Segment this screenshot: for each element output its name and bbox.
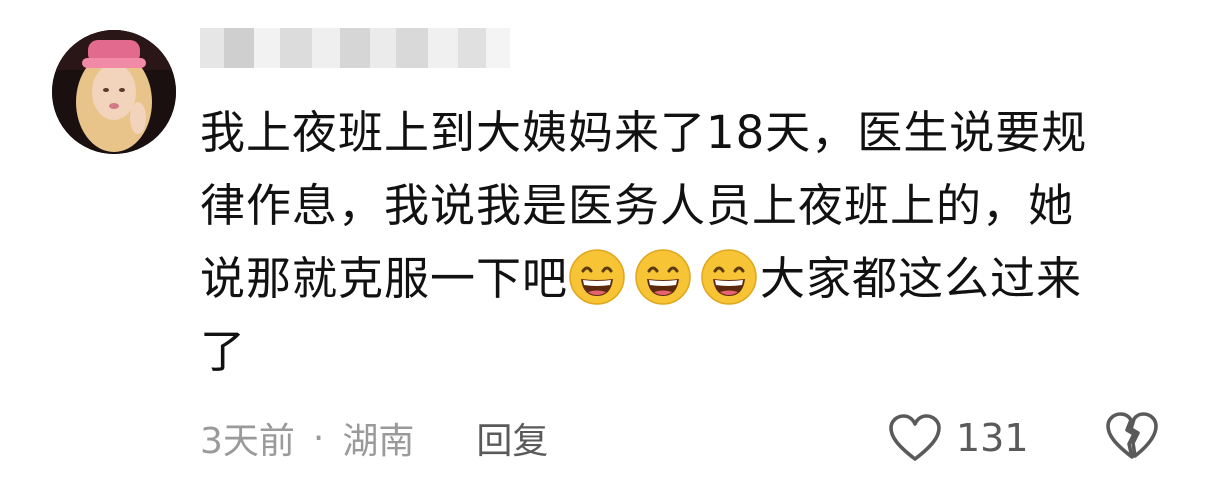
comment-meta: 3天前 · 湖南 回复 xyxy=(200,410,548,466)
location: 湖南 xyxy=(342,421,415,462)
comment-line-3-text: 说那就克服一下吧 xyxy=(200,252,569,305)
timestamp: 3天前 xyxy=(200,421,295,462)
grinning-emoji-icon xyxy=(701,249,757,305)
grinning-emoji-icon xyxy=(569,249,625,305)
comment-text: 我上夜班上到大姨妈来了18天，医生说要规 律作息，我说我是医务人员上夜班上的，她… xyxy=(200,96,1180,388)
comment-line-3: 说那就克服一下吧 大家都这么过来 xyxy=(200,242,1180,315)
grinning-emoji-icon xyxy=(635,249,691,305)
comment-line-2: 律作息，我说我是医务人员上夜班上的，她 xyxy=(200,179,1075,232)
comment-line-1: 我上夜班上到大姨妈来了18天，医生说要规 xyxy=(200,106,1088,159)
like-button[interactable]: 131 xyxy=(888,408,1029,468)
like-count: 131 xyxy=(956,416,1029,460)
separator-dot: · xyxy=(312,417,325,459)
comment-line-3-tail: 大家都这么过来 xyxy=(760,252,1083,305)
dislike-button[interactable] xyxy=(1104,410,1160,466)
comment-line-4: 了 xyxy=(200,325,247,378)
broken-heart-icon xyxy=(1106,412,1158,459)
username-blurred[interactable] xyxy=(200,22,510,80)
reply-button[interactable]: 回复 xyxy=(476,412,548,464)
avatar[interactable] xyxy=(52,30,176,154)
heart-outline-icon xyxy=(889,414,941,461)
